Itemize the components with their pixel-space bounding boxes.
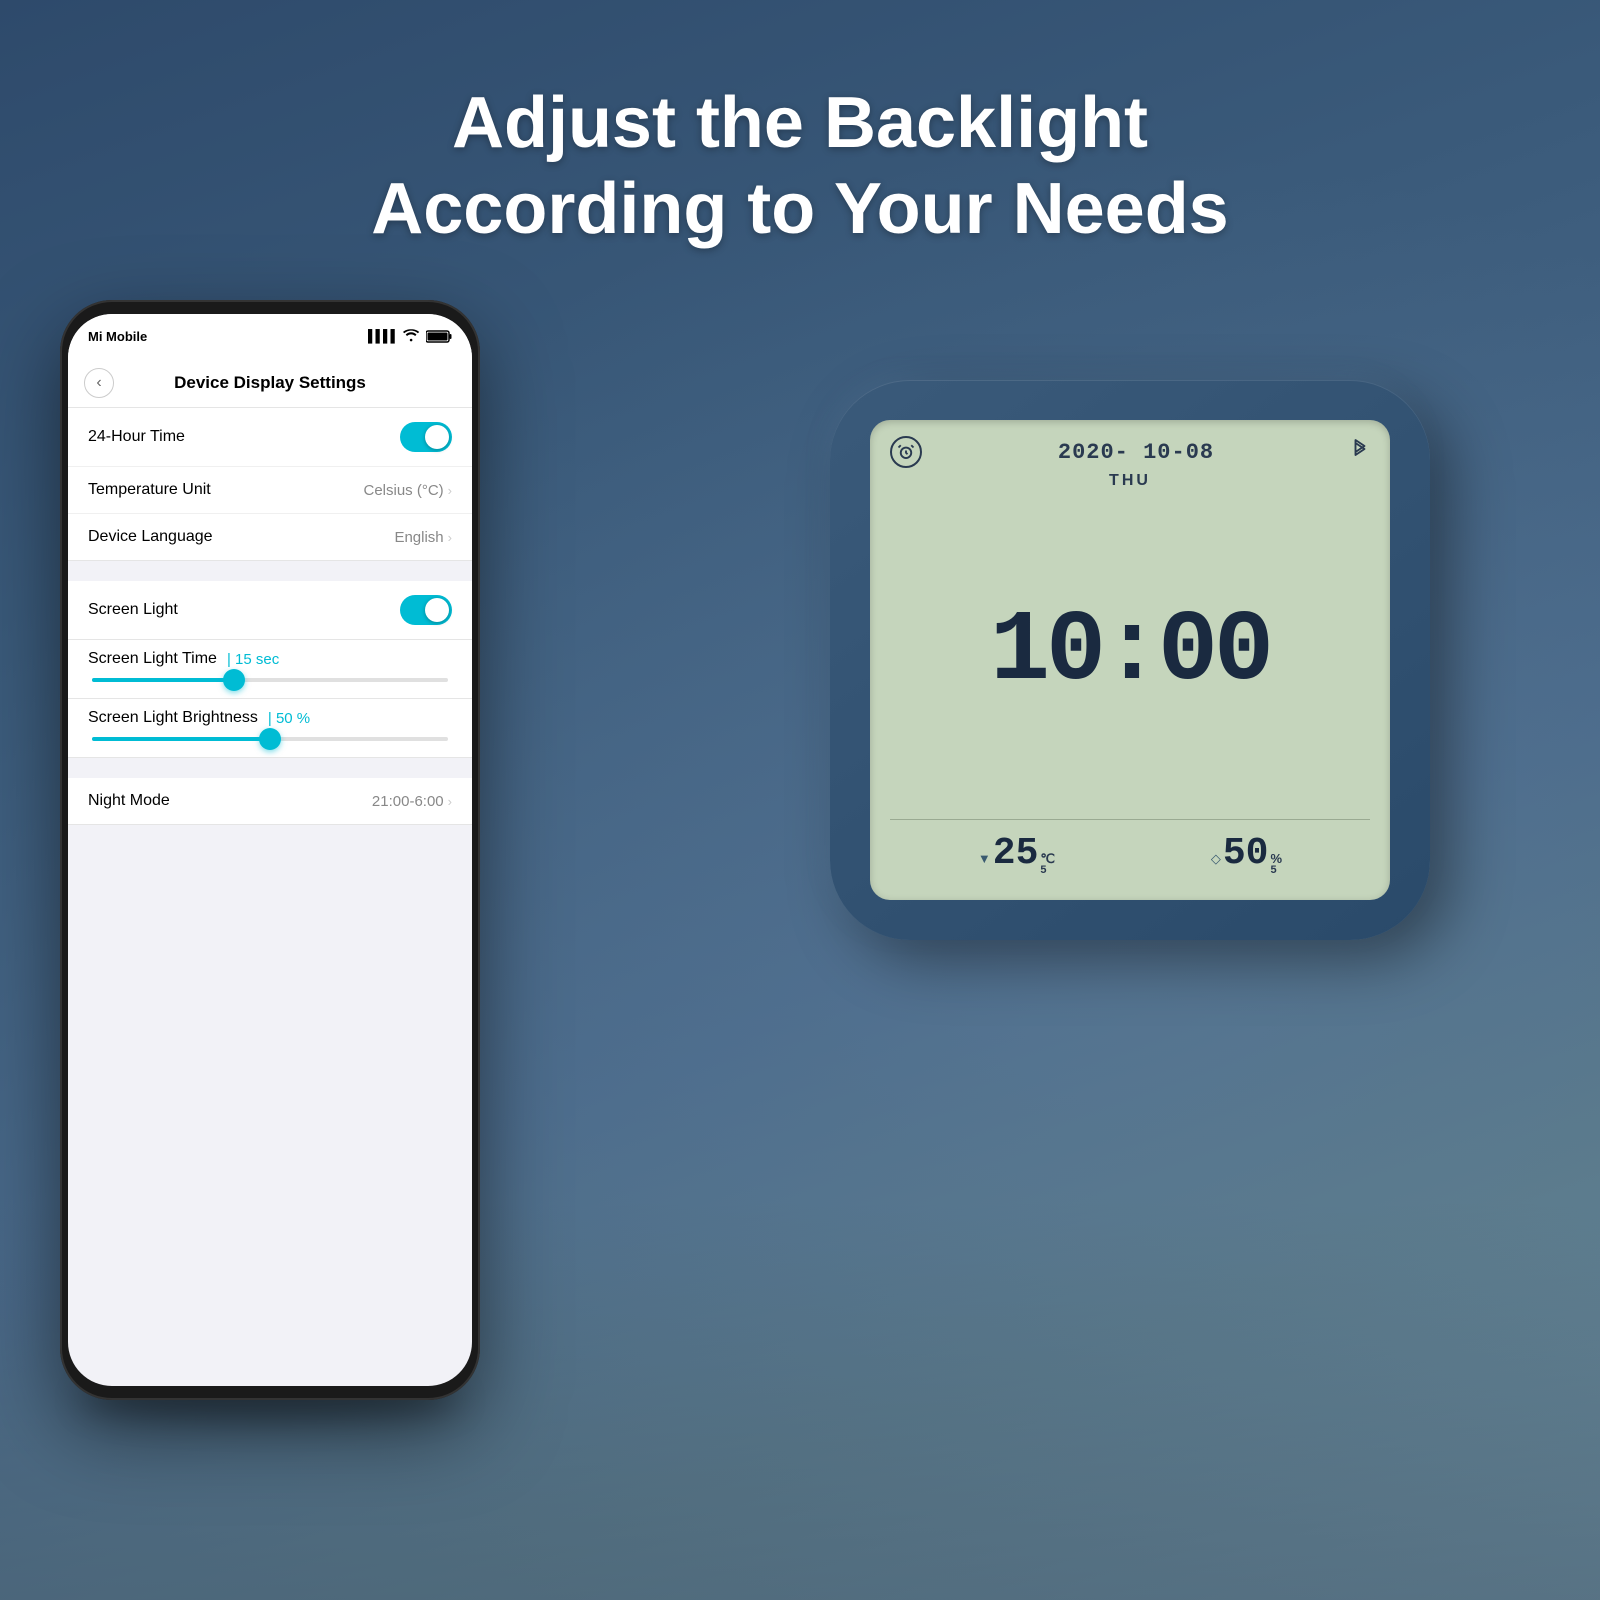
row-24hour-time[interactable]: 24-Hour Time — [68, 408, 472, 467]
settings-gap-1 — [68, 561, 472, 581]
signal-icon: ▌▌▌▌ — [368, 329, 398, 343]
row-screen-light[interactable]: Screen Light — [68, 581, 472, 639]
lcd-bottom-row: ▼ 25 ℃ 5 ◇ 50 % 5 — [890, 824, 1370, 884]
screen-light-brightness-track[interactable] — [92, 737, 448, 741]
device-language-value: English › — [394, 529, 452, 546]
lcd-date: 2020- 10-08 — [1058, 440, 1214, 465]
temp-unit: ℃ 5 — [1040, 852, 1055, 876]
temp-icon: ▼ — [978, 851, 991, 866]
headline-line1: Adjust the Backlight — [0, 80, 1600, 166]
bluetooth-icon — [1350, 437, 1370, 467]
screen-light-brightness-fill — [92, 737, 270, 741]
alarm-icon — [890, 436, 922, 468]
screen-light-time-section: Screen Light Time | 15 sec — [68, 640, 472, 699]
section-general: 24-Hour Time Temperature Unit Celsius (°… — [68, 408, 472, 561]
lcd-top-row: 2020- 10-08 — [890, 436, 1370, 468]
lcd-day: THU — [890, 472, 1370, 490]
screen-light-brightness-header: Screen Light Brightness | 50 % — [88, 709, 452, 727]
battery-icon — [426, 330, 452, 343]
settings-gap-2 — [68, 758, 472, 778]
headline: Adjust the Backlight According to Your N… — [0, 80, 1600, 253]
screen-light-time-label: Screen Light Time — [88, 650, 217, 668]
row-device-language[interactable]: Device Language English › — [68, 514, 472, 560]
screen-light-brightness-section: Screen Light Brightness | 50 % — [68, 699, 472, 758]
phone-outer: Mi Mobile ▌▌▌▌ ‹ Device Display Settin — [60, 300, 480, 1400]
lcd-time: 10:00 — [890, 492, 1370, 815]
phone-screen: Mi Mobile ▌▌▌▌ ‹ Device Display Settin — [68, 314, 472, 1386]
lcd-screen: 2020- 10-08 THU 10:00 ▼ 25 ℃ — [870, 420, 1390, 900]
screen-light-time-fill — [92, 678, 234, 682]
section-night-mode: Night Mode 21:00-6:00 › — [68, 778, 472, 825]
night-mode-chevron: › — [448, 794, 452, 809]
lcd-divider — [890, 819, 1370, 821]
row-night-mode[interactable]: Night Mode 21:00-6:00 › — [68, 778, 472, 824]
clock-device: 2020- 10-08 THU 10:00 ▼ 25 ℃ — [830, 380, 1510, 1000]
wifi-icon — [403, 329, 421, 343]
24hour-toggle[interactable] — [400, 422, 452, 452]
status-icons: ▌▌▌▌ — [368, 329, 452, 343]
screen-light-time-header: Screen Light Time | 15 sec — [88, 650, 452, 668]
nav-title: Device Display Settings — [114, 373, 426, 393]
back-button[interactable]: ‹ — [84, 368, 114, 398]
carrier-label: Mi Mobile — [88, 329, 147, 344]
temp-unit-label: Temperature Unit — [88, 481, 211, 499]
temp-value: 25 — [993, 832, 1039, 875]
humidity-value: 50 — [1223, 832, 1269, 875]
row-temp-unit[interactable]: Temperature Unit Celsius (°C) › — [68, 467, 472, 514]
screen-light-time-track[interactable] — [92, 678, 448, 682]
temp-unit-value: Celsius (°C) › — [363, 482, 452, 499]
screen-light-time-value: | 15 sec — [227, 651, 279, 668]
night-mode-label: Night Mode — [88, 792, 170, 810]
headline-line2: According to Your Needs — [0, 166, 1600, 252]
screen-light-time-thumb[interactable] — [223, 669, 245, 691]
nav-bar: ‹ Device Display Settings — [68, 358, 472, 408]
phone-wrapper: Mi Mobile ▌▌▌▌ ‹ Device Display Settin — [60, 300, 480, 1400]
humidity-unit: % 5 — [1270, 852, 1282, 876]
language-chevron: › — [448, 530, 452, 545]
clock-body: 2020- 10-08 THU 10:00 ▼ 25 ℃ — [830, 380, 1430, 940]
humidity-sensor: ◇ 50 % 5 — [1211, 832, 1282, 876]
screen-light-brightness-thumb[interactable] — [259, 728, 281, 750]
settings-list: 24-Hour Time Temperature Unit Celsius (°… — [68, 408, 472, 825]
device-language-label: Device Language — [88, 528, 213, 546]
humidity-icon: ◇ — [1211, 851, 1221, 867]
screen-light-label: Screen Light — [88, 601, 178, 619]
temp-unit-chevron: › — [448, 483, 452, 498]
screen-light-brightness-value: | 50 % — [268, 710, 310, 727]
24hour-label: 24-Hour Time — [88, 428, 185, 446]
screen-light-toggle[interactable] — [400, 595, 452, 625]
screen-light-brightness-label: Screen Light Brightness — [88, 709, 258, 727]
status-bar: Mi Mobile ▌▌▌▌ — [68, 314, 472, 358]
section-screen-light: Screen Light — [68, 581, 472, 640]
night-mode-value: 21:00-6:00 › — [372, 793, 452, 810]
temperature-sensor: ▼ 25 ℃ 5 — [978, 832, 1055, 876]
